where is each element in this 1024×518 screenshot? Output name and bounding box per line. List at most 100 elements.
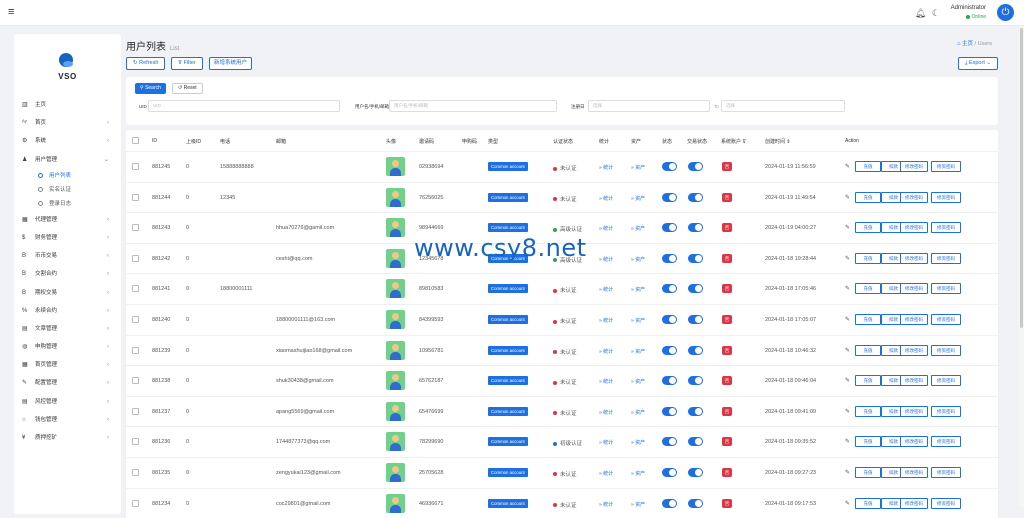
sidebar-item[interactable]: B 币币交易 ‹ bbox=[14, 247, 121, 265]
filter-button[interactable]: ⊽ Filter bbox=[171, 57, 203, 70]
status-toggle[interactable] bbox=[662, 345, 677, 355]
trade-status-toggle[interactable] bbox=[688, 406, 703, 416]
assets-link[interactable]: » 资产 bbox=[631, 195, 645, 202]
uid-input[interactable]: UID bbox=[148, 100, 340, 112]
change-password-button[interactable]: 修改密码 bbox=[900, 466, 928, 478]
row-checkbox[interactable] bbox=[132, 254, 139, 262]
edit-icon[interactable]: ✎ bbox=[845, 194, 850, 201]
row-checkbox[interactable] bbox=[132, 193, 139, 201]
change-fund-password-button[interactable]: 修资密码 bbox=[931, 313, 961, 325]
trade-status-toggle[interactable] bbox=[688, 253, 703, 263]
trade-status-toggle[interactable] bbox=[688, 162, 703, 171]
stats-link[interactable]: » 统计 bbox=[599, 470, 613, 477]
trade-status-toggle[interactable] bbox=[688, 467, 703, 477]
sidebar-item[interactable]: ♟ 用户管理 ⌄ bbox=[14, 151, 121, 169]
row-checkbox[interactable] bbox=[132, 163, 139, 170]
stats-link[interactable]: » 统计 bbox=[599, 225, 613, 232]
stats-link[interactable]: » 统计 bbox=[599, 286, 613, 293]
sidebar-item[interactable]: ¥ 质押挖矿 ‹ bbox=[14, 429, 121, 447]
change-password-button[interactable]: 修改密码 bbox=[900, 161, 928, 172]
stats-link[interactable]: » 统计 bbox=[599, 195, 613, 202]
stats-link[interactable]: » 统计 bbox=[599, 256, 613, 263]
trade-status-toggle[interactable] bbox=[688, 192, 703, 202]
recharge-button[interactable]: 充值 bbox=[855, 313, 881, 325]
recharge-button[interactable]: 充值 bbox=[855, 436, 881, 448]
sidebar-item[interactable]: ▥ 主页 bbox=[14, 96, 121, 114]
sidebar-item[interactable]: B 期权交易 ‹ bbox=[14, 284, 121, 302]
row-checkbox[interactable] bbox=[132, 499, 139, 507]
trade-status-toggle[interactable] bbox=[688, 437, 703, 447]
change-password-button[interactable]: 修改密码 bbox=[900, 283, 928, 295]
recharge-button[interactable]: 充值 bbox=[855, 344, 881, 356]
edit-icon[interactable]: ✎ bbox=[845, 500, 850, 507]
sidebar-item[interactable]: ▤ 风控管理 ‹ bbox=[14, 393, 121, 411]
recharge-button[interactable]: 充值 bbox=[855, 497, 881, 509]
recharge-button[interactable]: 充值 bbox=[855, 405, 881, 417]
trade-status-toggle[interactable] bbox=[688, 284, 703, 294]
recharge-button[interactable]: 充值 bbox=[855, 222, 881, 234]
status-toggle[interactable] bbox=[662, 437, 677, 447]
sidebar-item[interactable]: B 交割合约 ‹ bbox=[14, 265, 121, 283]
header-status[interactable]: 状态 bbox=[662, 138, 672, 145]
assets-link[interactable]: » 资产 bbox=[631, 378, 645, 385]
stats-link[interactable]: » 统计 bbox=[599, 501, 613, 508]
stats-link[interactable]: » 统计 bbox=[599, 378, 613, 385]
status-toggle[interactable] bbox=[662, 253, 677, 263]
recharge-button[interactable]: 充值 bbox=[855, 375, 881, 387]
status-toggle[interactable] bbox=[662, 498, 677, 508]
change-password-button[interactable]: 修改密码 bbox=[900, 191, 928, 203]
recharge-button[interactable]: 充值 bbox=[855, 283, 881, 295]
change-fund-password-button[interactable]: 修资密码 bbox=[931, 344, 961, 356]
sidebar-subitem[interactable]: 登录日志 bbox=[14, 197, 121, 211]
trade-status-toggle[interactable] bbox=[688, 345, 703, 355]
edit-icon[interactable]: ✎ bbox=[845, 469, 850, 476]
header-apply-code[interactable]: 申购码 bbox=[462, 138, 477, 145]
trade-status-toggle[interactable] bbox=[688, 376, 703, 386]
change-fund-password-button[interactable]: 修资密码 bbox=[931, 161, 961, 172]
recharge-button[interactable]: 充值 bbox=[855, 466, 881, 478]
row-checkbox[interactable] bbox=[132, 377, 139, 385]
account-input[interactable]: 用户名/手机/邮箱 bbox=[389, 100, 557, 112]
scrollbar-thumb[interactable] bbox=[1020, 28, 1023, 328]
sidebar-item[interactable]: $ 财务管理 ‹ bbox=[14, 229, 121, 247]
change-fund-password-button[interactable]: 修资密码 bbox=[931, 497, 961, 509]
stats-link[interactable]: » 统计 bbox=[599, 317, 613, 324]
add-user-button[interactable]: 新增系统用户 bbox=[209, 57, 253, 70]
change-password-button[interactable]: 修改密码 bbox=[900, 313, 928, 325]
edit-icon[interactable]: ✎ bbox=[845, 316, 850, 323]
change-fund-password-button[interactable]: 修资密码 bbox=[931, 191, 961, 203]
edit-icon[interactable]: ✎ bbox=[845, 224, 850, 231]
sidebar-item[interactable]: ᴬᵞ 首页 ‹ bbox=[14, 114, 121, 132]
sidebar-item[interactable]: ▤ 文章管理 ‹ bbox=[14, 320, 121, 338]
change-fund-password-button[interactable]: 修资密码 bbox=[931, 405, 961, 417]
refresh-button[interactable]: ↻ Refresh bbox=[126, 57, 166, 70]
assets-link[interactable]: » 资产 bbox=[631, 348, 645, 355]
header-phone[interactable]: 电话 bbox=[220, 138, 230, 145]
header-id[interactable]: ID bbox=[152, 138, 157, 144]
change-fund-password-button[interactable]: 修资密码 bbox=[931, 375, 961, 387]
search-button[interactable]: ⚲ Search bbox=[135, 83, 166, 94]
assets-link[interactable]: » 资产 bbox=[631, 225, 645, 232]
header-system-account[interactable]: 系统账户 ⊽ bbox=[721, 138, 746, 145]
filter-icon[interactable]: ⊽ bbox=[742, 139, 746, 145]
edit-icon[interactable]: ✎ bbox=[845, 377, 850, 384]
stats-link[interactable]: » 统计 bbox=[599, 409, 613, 416]
status-toggle[interactable] bbox=[662, 314, 677, 324]
header-created[interactable]: 创建时间 ⇕ bbox=[765, 138, 791, 145]
edit-icon[interactable]: ✎ bbox=[845, 438, 850, 445]
assets-link[interactable]: » 资产 bbox=[631, 409, 645, 416]
sidebar-item[interactable]: ◍ 申购管理 ‹ bbox=[14, 338, 121, 356]
edit-icon[interactable]: ✎ bbox=[845, 408, 850, 415]
edit-icon[interactable]: ✎ bbox=[845, 347, 850, 354]
stats-link[interactable]: » 统计 bbox=[599, 439, 613, 446]
status-toggle[interactable] bbox=[662, 467, 677, 477]
trade-status-toggle[interactable] bbox=[688, 314, 703, 324]
assets-link[interactable]: » 资产 bbox=[631, 439, 645, 446]
status-toggle[interactable] bbox=[662, 376, 677, 386]
sidebar-item[interactable]: ▦ 首页管理 ‹ bbox=[14, 356, 121, 374]
change-fund-password-button[interactable]: 修资密码 bbox=[931, 283, 961, 295]
breadcrumb-home[interactable]: ⌂ 主页 bbox=[957, 41, 973, 47]
row-checkbox[interactable] bbox=[132, 315, 139, 323]
row-checkbox[interactable] bbox=[132, 438, 139, 446]
user-name[interactable]: Administrator bbox=[951, 5, 986, 11]
